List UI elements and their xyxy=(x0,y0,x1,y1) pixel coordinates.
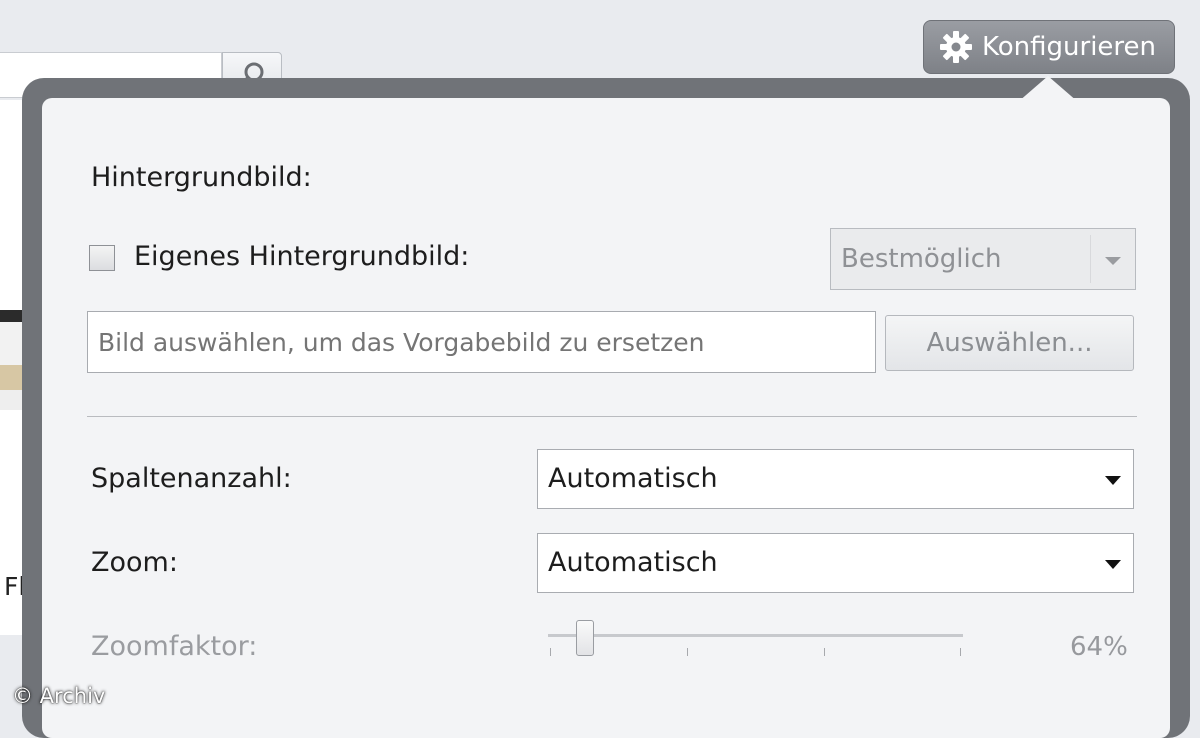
chevron-down-icon xyxy=(1105,560,1121,569)
custom-background-label[interactable]: Eigenes Hintergrundbild: xyxy=(134,241,469,272)
slider-thumb[interactable] xyxy=(576,620,594,656)
popup-pointer xyxy=(1018,76,1078,102)
slider-tick xyxy=(550,648,551,656)
background-fit-select[interactable]: Bestmöglich xyxy=(830,228,1136,290)
zoom-factor-label: Zoomfaktor: xyxy=(91,631,258,662)
slider-tick xyxy=(960,648,961,656)
configure-button[interactable]: Konfigurieren xyxy=(923,20,1175,74)
section-divider xyxy=(87,416,1137,417)
gear-icon xyxy=(940,31,972,63)
slider-tick xyxy=(687,648,688,656)
zoom-select-value: Automatisch xyxy=(548,547,718,578)
chevron-down-icon xyxy=(1105,257,1121,265)
zoom-select[interactable]: Automatisch xyxy=(537,533,1134,593)
configure-button-label: Konfigurieren xyxy=(982,32,1157,62)
section-title-background: Hintergrundbild: xyxy=(91,162,312,193)
select-divider xyxy=(1090,235,1091,283)
background-image-path-input[interactable] xyxy=(87,311,876,373)
zoom-label: Zoom: xyxy=(91,547,178,578)
columns-select-value: Automatisch xyxy=(548,463,718,494)
choose-image-button[interactable]: Auswählen... xyxy=(885,315,1134,371)
columns-label: Spaltenanzahl: xyxy=(91,463,292,494)
chevron-down-icon xyxy=(1105,476,1121,485)
zoom-factor-value: 64% xyxy=(1070,632,1128,662)
zoom-factor-slider[interactable] xyxy=(548,620,963,664)
custom-background-checkbox[interactable] xyxy=(89,245,115,271)
slider-track xyxy=(548,634,963,637)
slider-tick xyxy=(824,648,825,656)
background-fit-select-value: Bestmöglich xyxy=(841,244,1002,274)
copyright-watermark: © Archiv xyxy=(12,684,106,708)
columns-select[interactable]: Automatisch xyxy=(537,449,1134,509)
